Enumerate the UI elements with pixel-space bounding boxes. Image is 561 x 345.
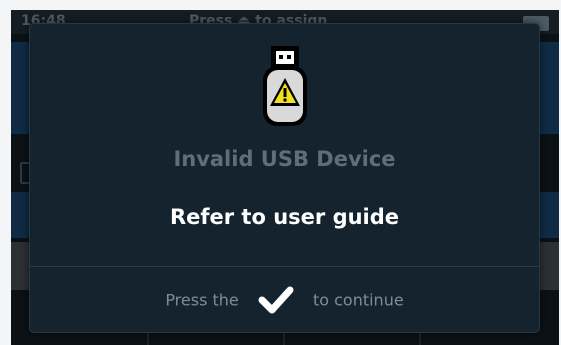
usb-warning-icon	[263, 46, 307, 126]
footer-text-before: Press the	[165, 290, 239, 310]
footer-text-after: to continue	[312, 290, 404, 310]
dialog-title: Invalid USB Device	[173, 147, 396, 171]
checkmark-icon[interactable]	[258, 286, 294, 314]
dialog-footer: Press the to continue	[30, 286, 539, 316]
dialog-message: Refer to user guide	[169, 205, 400, 229]
invalid-usb-dialog: Invalid USB Device Refer to user guide P…	[29, 23, 540, 333]
dialog-divider	[30, 266, 539, 267]
